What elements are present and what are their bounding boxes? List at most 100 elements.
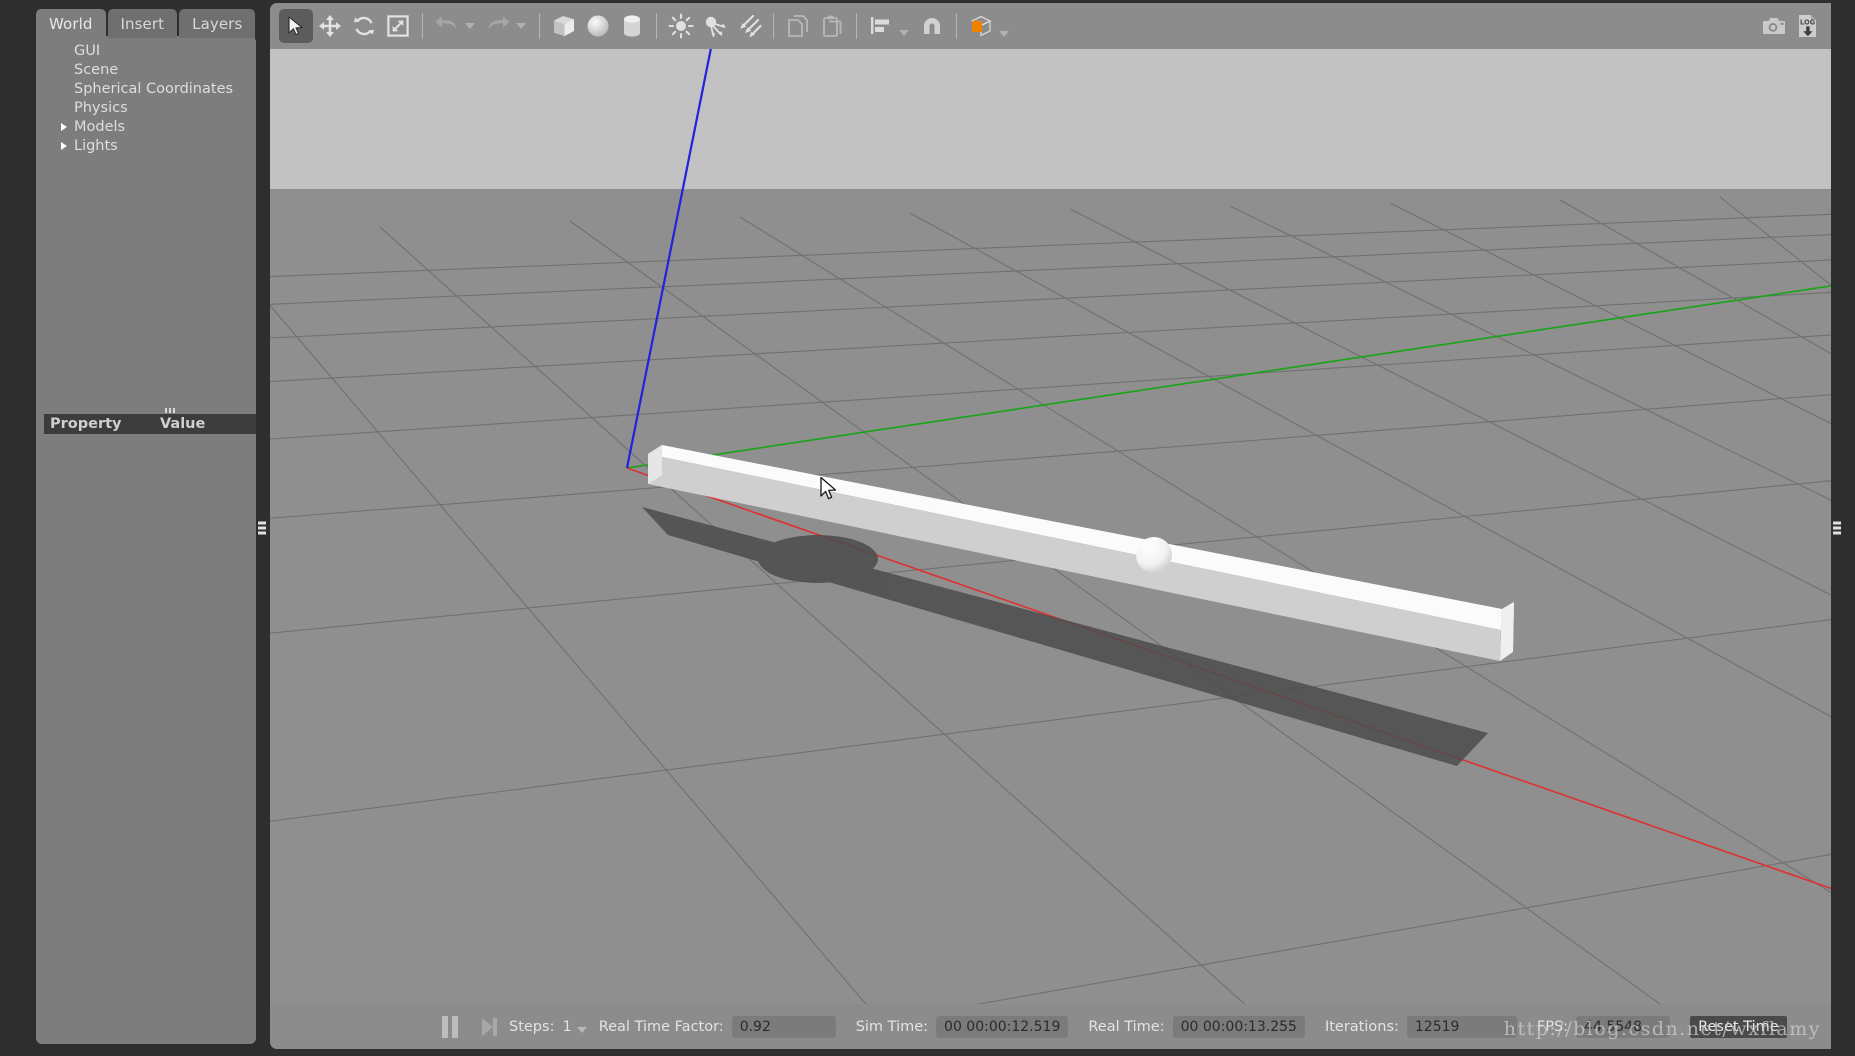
undo-icon: [435, 16, 457, 30]
rotate-mode-button[interactable]: [347, 9, 381, 43]
step-forward-button[interactable]: [482, 1017, 497, 1036]
undo-dropdown-caret[interactable]: [465, 23, 475, 29]
ground-grid: [270, 196, 1839, 1004]
toolbar-separator: [956, 13, 957, 39]
undo-button[interactable]: [430, 9, 464, 43]
chevron-right-icon[interactable]: [61, 122, 67, 131]
gazebo-window: World Insert Layers GUI Scene Spherical …: [0, 0, 1855, 1056]
tree-item-lights[interactable]: Lights: [36, 136, 256, 155]
toolbar-separator: [856, 13, 857, 39]
tree-item-spherical-coordinates[interactable]: Spherical Coordinates: [36, 79, 256, 98]
right-splitter[interactable]: [1831, 0, 1843, 1056]
world-tree: GUI Scene Spherical Coordinates Physics …: [36, 41, 256, 155]
real-time-factor-label: Real Time Factor:: [598, 1018, 724, 1035]
toolbar-right-group: LOG: [1757, 9, 1839, 43]
sim-time-value: 00 00:00:12.519: [936, 1015, 1069, 1038]
toolbar-separator: [422, 13, 423, 39]
real-time-factor-value: 0.92: [731, 1015, 836, 1038]
left-splitter[interactable]: [256, 0, 268, 1056]
scene-graphics: [270, 49, 1839, 1004]
property-splitter-grip[interactable]: [162, 407, 178, 413]
iterations-value: 12519: [1406, 1015, 1517, 1038]
scale-icon: [387, 15, 409, 37]
real-time-label: Real Time:: [1088, 1018, 1165, 1035]
tab-layers[interactable]: Layers: [179, 9, 256, 38]
paste-button[interactable]: [815, 9, 849, 43]
pause-button[interactable]: [442, 1015, 458, 1038]
snap-button[interactable]: [915, 9, 949, 43]
insert-cylinder-button[interactable]: [615, 9, 649, 43]
y-axis-line: [626, 283, 1839, 469]
paste-icon: [823, 15, 842, 37]
iterations-label: Iterations:: [1324, 1018, 1399, 1035]
directional-light-icon: [740, 14, 762, 38]
insert-point-light-button[interactable]: [664, 9, 698, 43]
3d-viewport[interactable]: [270, 49, 1839, 1004]
tree-item-label: Spherical Coordinates: [74, 80, 234, 97]
real-time-value: 00 00:00:13.255: [1172, 1015, 1305, 1038]
property-table-header: Property Value: [44, 414, 256, 434]
translate-mode-button[interactable]: [313, 9, 347, 43]
insert-box-button[interactable]: [547, 9, 581, 43]
select-mode-button[interactable]: [279, 9, 313, 43]
align-button[interactable]: [864, 9, 898, 43]
spot-light-icon: [705, 16, 726, 38]
reset-time-button[interactable]: Reset Time: [1690, 1015, 1787, 1038]
toolbar-separator: [656, 13, 657, 39]
step-forward-icon: [493, 1017, 497, 1036]
align-dropdown-caret[interactable]: [899, 30, 909, 36]
toolbar-separator: [773, 13, 774, 39]
redo-button[interactable]: [481, 9, 515, 43]
toolbar-separator: [539, 13, 540, 39]
main-area: LOG Steps: 1 Real Time Factor: 0.92 Sim …: [268, 0, 1843, 1056]
value-column-header[interactable]: Value: [160, 416, 205, 432]
svg-text:LOG: LOG: [1800, 19, 1815, 27]
insert-spot-light-button[interactable]: [698, 9, 732, 43]
camera-icon: [1763, 18, 1785, 34]
scale-mode-button[interactable]: [381, 9, 415, 43]
orange-cube-icon: [970, 15, 992, 37]
sim-time-label: Sim Time:: [855, 1018, 929, 1035]
fps-value: 44.5548: [1576, 1015, 1671, 1038]
box-icon: [554, 16, 574, 36]
magnet-icon: [924, 18, 940, 34]
arrow-cursor-icon: [288, 16, 303, 36]
tab-insert[interactable]: Insert: [107, 9, 178, 38]
log-record-button[interactable]: LOG: [1791, 9, 1825, 43]
tree-item-label: Models: [74, 118, 126, 135]
log-download-icon: LOG: [1799, 15, 1816, 37]
point-light-icon: [668, 13, 694, 39]
insert-directional-light-button[interactable]: [732, 9, 766, 43]
align-icon: [871, 17, 889, 34]
steps-label: Steps:: [509, 1018, 555, 1035]
screenshot-button[interactable]: [1757, 9, 1791, 43]
copy-icon: [788, 15, 808, 37]
chevron-right-icon[interactable]: [61, 141, 67, 150]
panel-tab-bar: World Insert Layers: [36, 8, 256, 38]
steps-value: 1: [562, 1018, 572, 1035]
property-column-header[interactable]: Property: [44, 416, 160, 432]
white-sphere-object: [1136, 537, 1172, 573]
steps-dropdown-caret[interactable]: [576, 1026, 587, 1033]
tree-item-label: Physics: [74, 99, 128, 116]
redo-dropdown-caret[interactable]: [516, 23, 526, 29]
tree-item-scene[interactable]: Scene: [36, 60, 256, 79]
main-toolbar: LOG: [270, 3, 1839, 49]
splitter-grip-icon: [258, 521, 266, 535]
move-arrows-icon: [319, 15, 341, 37]
tab-world[interactable]: World: [36, 9, 106, 38]
cylinder-icon: [624, 15, 640, 37]
status-bar: Steps: 1 Real Time Factor: 0.92 Sim Time…: [270, 1004, 1839, 1049]
redo-icon: [488, 16, 510, 30]
sphere-icon: [587, 15, 609, 37]
view-angle-button[interactable]: [964, 9, 998, 43]
world-tree-panel: GUI Scene Spherical Coordinates Physics …: [36, 36, 256, 1044]
splitter-grip-icon: [1833, 521, 1841, 535]
tree-item-physics[interactable]: Physics: [36, 98, 256, 117]
view-angle-dropdown-caret[interactable]: [999, 31, 1009, 37]
tree-item-models[interactable]: Models: [36, 117, 256, 136]
copy-button[interactable]: [781, 9, 815, 43]
tree-item-gui[interactable]: GUI: [36, 41, 256, 60]
insert-sphere-button[interactable]: [581, 9, 615, 43]
rotate-icon: [353, 16, 375, 36]
